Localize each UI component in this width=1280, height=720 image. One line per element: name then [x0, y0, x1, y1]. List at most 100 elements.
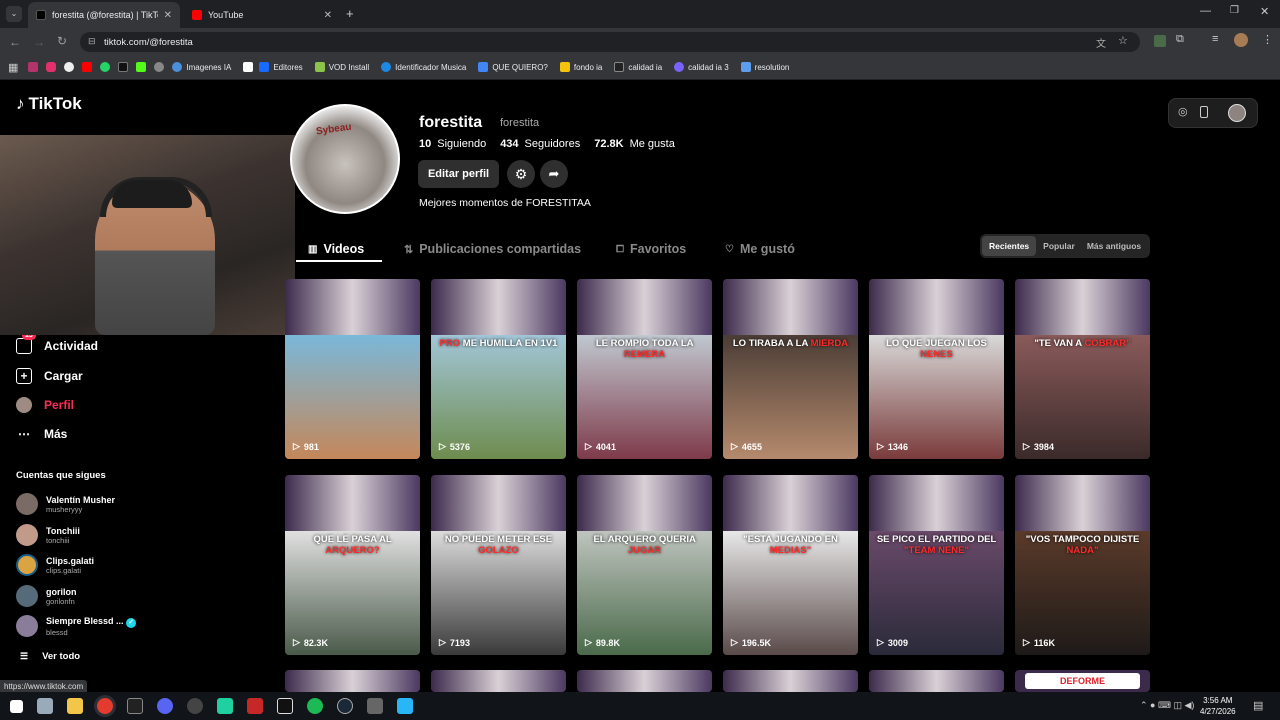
extensions-puzzle-icon[interactable]: ⧉ — [1176, 33, 1184, 46]
tiktok-logo[interactable]: ♪ TikTok — [16, 94, 82, 114]
bookmark-vod-install[interactable]: VOD Install — [314, 62, 369, 72]
bookmark-editores[interactable]: Editores — [259, 62, 303, 72]
app-icon[interactable] — [247, 698, 263, 714]
tiktok-icon[interactable] — [118, 62, 129, 72]
followed-account[interactable]: Valentín Musher musheryyy — [16, 493, 115, 515]
sidebar-item-actividad[interactable]: 13 Actividad — [16, 331, 98, 354]
video-card[interactable] — [431, 670, 566, 692]
restore-icon[interactable]: ❐ — [1230, 5, 1239, 16]
edit-profile-button[interactable]: Editar perfil — [418, 160, 499, 188]
video-card[interactable] — [869, 670, 1004, 692]
video-card[interactable] — [577, 670, 712, 692]
youtube-icon[interactable] — [82, 62, 93, 72]
tab-publicaciones-compartidas[interactable]: ⇅ Publicaciones compartidas — [404, 236, 581, 262]
sort-recientes[interactable]: Recientes — [982, 236, 1037, 256]
sidebar-item-cargar[interactable]: + Cargar — [16, 368, 83, 384]
sort-mas-antiguos[interactable]: Más antiguos — [1082, 236, 1146, 256]
app-icon[interactable] — [217, 698, 233, 714]
discord-icon[interactable] — [157, 698, 173, 714]
browser-tab-youtube[interactable]: YouTube ✕ — [184, 2, 340, 28]
video-card[interactable]: ▷ 981 — [285, 279, 420, 459]
share-icon[interactable]: ➦ — [540, 160, 568, 188]
tab-favoritos[interactable]: ⧠ Favoritos — [616, 236, 686, 262]
profile-avatar[interactable]: Sybeau — [290, 104, 400, 214]
video-card[interactable]: DEFORME — [1015, 670, 1150, 692]
video-card[interactable]: EL ARQUERO QUERIA JUGAR ▷ 89.8K — [577, 475, 712, 655]
bookmark-icon[interactable] — [64, 62, 75, 72]
followed-account[interactable]: Tonchiii tonchiii — [16, 524, 80, 546]
following-label[interactable]: Siguiendo — [437, 138, 486, 150]
video-card[interactable]: "ESTA JUGANDO EN MEDIAS" ▷ 196.5K — [723, 475, 858, 655]
sidebar-item-mas[interactable]: ⋯ Más — [16, 426, 67, 442]
extension-icon[interactable] — [1154, 35, 1166, 47]
clock[interactable]: 3:56 AM 4/27/2026 — [1200, 695, 1236, 717]
sidebar-item-perfil[interactable]: Perfil — [16, 397, 74, 413]
file-explorer-icon[interactable] — [67, 698, 83, 714]
video-card[interactable]: "VOS TAMPOCO DIJISTE NADA" ▷ 116K — [1015, 475, 1150, 655]
new-tab-button[interactable]: + — [346, 6, 354, 21]
followers-label[interactable]: Seguidores — [525, 138, 581, 150]
app-icon[interactable] — [397, 698, 413, 714]
bookmark-identificador-musica[interactable]: Identificador Musica — [381, 62, 466, 72]
apps-grid-icon[interactable]: ▦ — [8, 61, 18, 74]
browser-menu-icon[interactable]: ⋮ — [1262, 33, 1273, 46]
phone-icon[interactable] — [1200, 106, 1208, 118]
bookmark-calidad-ia[interactable]: calidad ia — [614, 62, 662, 72]
bookmark-resolution[interactable]: resolution — [740, 62, 789, 72]
capcut-icon[interactable] — [277, 698, 293, 714]
bookmark-calidad-ia-3[interactable]: calidad ia 3 — [674, 62, 729, 72]
close-window-icon[interactable]: ✕ — [1260, 5, 1269, 18]
compass-icon[interactable]: ◎ — [1178, 105, 1188, 118]
account-avatar[interactable] — [1228, 104, 1246, 122]
tab-list-button[interactable]: ⌄ — [6, 6, 22, 22]
kick-icon[interactable] — [136, 62, 147, 72]
video-card[interactable]: LO TIRABA A LA MIERDA ▷ 4655 — [723, 279, 858, 459]
bookmark-imagenes-ia[interactable]: Imagenes IA — [172, 62, 231, 72]
followed-account[interactable]: Clips.galati clips.galati — [16, 554, 94, 576]
chrome-icon[interactable] — [97, 698, 113, 714]
video-card[interactable]: QUE LE PASA AL ARQUERO? ▷ 82.3K — [285, 475, 420, 655]
browser-tab-tiktok[interactable]: forestita (@forestita) | TikTok ✕ — [28, 2, 180, 28]
bookmark-icon[interactable] — [28, 62, 39, 72]
translate-icon[interactable]: 文 — [1096, 35, 1106, 50]
settings-gear-icon[interactable]: ⚙ — [507, 160, 535, 188]
sort-popular[interactable]: Popular — [1036, 236, 1082, 256]
video-card[interactable]: LO QUE JUEGAN LOS NENES ▷ 1346 — [869, 279, 1004, 459]
forward-icon[interactable]: → — [33, 35, 45, 49]
windows-start-icon[interactable] — [10, 699, 23, 713]
tray-icons[interactable]: ⌃ ● ⌨ ◫ ◀) — [1140, 700, 1194, 711]
spotify-icon[interactable] — [307, 698, 323, 714]
steam-icon[interactable] — [337, 698, 353, 714]
media-controls-icon[interactable]: ≡ — [1212, 33, 1218, 45]
back-icon[interactable]: ← — [9, 35, 21, 49]
video-card[interactable] — [285, 670, 420, 692]
bookmark-que-quiero[interactable]: QUE QUIERO? — [478, 62, 548, 72]
notification-icon[interactable]: ▤ — [1253, 699, 1263, 712]
close-tab-icon[interactable]: ✕ — [164, 10, 172, 21]
site-info-icon[interactable]: ⊟ — [88, 36, 96, 47]
video-card[interactable]: SE PICO EL PARTIDO DEL "TEAM NENE" ▷ 3009 — [869, 475, 1004, 655]
obs-icon[interactable] — [187, 698, 203, 714]
followed-account[interactable]: gorilon gorilonfn — [16, 585, 77, 607]
tab-videos[interactable]: ▥ Videos — [308, 236, 364, 262]
task-view-icon[interactable] — [37, 698, 53, 714]
epic-games-icon[interactable] — [127, 698, 143, 714]
bookmark-fondo-ia[interactable]: fondo ia — [559, 62, 602, 72]
video-card[interactable]: LE ROMPIO TODA LA REMERA ▷ 4041 — [577, 279, 712, 459]
bookmark-star-icon[interactable]: ☆ — [1118, 34, 1128, 47]
video-card[interactable]: PRO ME HUMILLA EN 1V1 ▷ 5376 — [431, 279, 566, 459]
instagram-icon[interactable] — [46, 62, 57, 72]
bookmark-icon[interactable] — [154, 62, 165, 72]
video-card[interactable]: "TE VAN A COBRAR" ▷ 3984 — [1015, 279, 1150, 459]
reload-icon[interactable]: ↻ — [57, 34, 67, 48]
url-input[interactable]: ⊟ tiktok.com/@forestita 文 ☆ — [80, 32, 1140, 52]
minimize-icon[interactable]: — — [1200, 5, 1211, 17]
app-icon[interactable] — [367, 698, 383, 714]
followed-account[interactable]: Siempre Blessd ... ✓ blessd — [16, 615, 137, 637]
close-tab-icon[interactable]: ✕ — [324, 10, 332, 21]
whatsapp-icon[interactable] — [100, 62, 111, 72]
tab-me-gusto[interactable]: ♡ Me gustó — [725, 236, 795, 262]
bookmark-notion[interactable] — [243, 62, 254, 72]
video-card[interactable]: NO PUEDE METER ESE GOLAZO ▷ 7193 — [431, 475, 566, 655]
see-all-button[interactable]: ☰ Ver todo — [20, 651, 80, 662]
